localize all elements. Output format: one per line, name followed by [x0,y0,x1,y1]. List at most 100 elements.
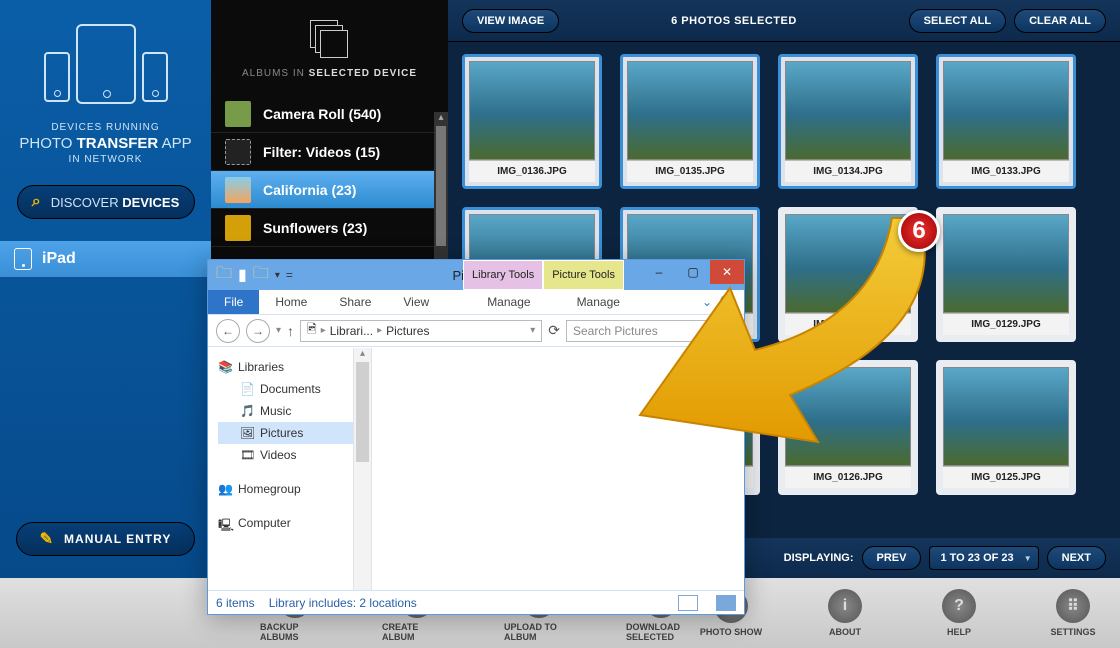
explorer-tree: 📚Libraries 📄Documents 🎵Music 🖼Pictures 🎞… [208,348,354,590]
chevron-down-icon[interactable]: ▾ [276,325,281,336]
tb-label: CREATE ALBUM [382,622,452,642]
picture-tools-tab[interactable]: Picture Tools [543,260,624,290]
library-tools-tab[interactable]: Library Tools [463,260,543,290]
status-library-info: Library includes: 2 locations [269,596,417,610]
explorer-titlebar[interactable]: 🗀 ▮ 🗀 ▾ = Pictures Library Tools Picture… [208,260,744,290]
tablet-icon [14,248,32,270]
close-button[interactable]: ✕ [710,260,744,284]
manage-tab-2[interactable]: Manage [561,295,636,309]
tb-label: HELP [947,627,971,637]
photo-caption: IMG_0126.JPG [785,466,911,488]
album-row-camera-roll[interactable]: Camera Roll (540) [211,95,448,133]
help-icon[interactable]: ? [720,294,736,310]
grid-icon: ⠿ [1056,589,1090,623]
tb-label: PHOTO SHOW [700,627,762,637]
photo-caption: IMG_0129.JPG [943,313,1069,335]
maximize-button[interactable]: ▢ [676,260,710,284]
photo-card[interactable]: IMG_0135.JPG [620,54,760,189]
view-image-button[interactable]: VIEW IMAGE [462,9,559,33]
tree-computer[interactable]: 🖳Computer [218,512,353,534]
app-strong: TRANSFER [77,135,159,152]
album-row-sunflowers[interactable]: Sunflowers (23) [211,209,448,247]
file-menu[interactable]: File [208,290,259,314]
share-tab[interactable]: Share [323,295,387,309]
tree-pictures[interactable]: 🖼Pictures [218,422,353,444]
photo-thumbnail [785,61,911,160]
album-row-filter-videos[interactable]: Filter: Videos (15) [211,133,448,171]
info-icon: i [828,589,862,623]
discover-devices-button[interactable]: ⌕ DISCOVER DEVICES [17,185,195,219]
photo-card[interactable]: IMG_0129.JPG [936,207,1076,342]
manual-entry-button[interactable]: ✎ MANUAL ENTRY [16,522,195,556]
home-tab[interactable]: Home [259,295,323,309]
left-subtitle2: IN NETWORK [0,154,211,165]
explorer-content[interactable] [372,348,744,590]
help-button[interactable]: ? HELP [924,589,994,637]
tree-libraries[interactable]: 📚Libraries [218,356,353,378]
minimize-button[interactable]: – [642,260,676,284]
tree-scrollbar[interactable] [354,348,372,590]
manage-tab[interactable]: Manage [471,295,546,309]
explorer-window: 🗀 ▮ 🗀 ▾ = Pictures Library Tools Picture… [207,259,745,615]
albums-title: ALBUMS IN SELECTED DEVICE [211,68,448,79]
photo-thumbnail [943,61,1069,160]
folder-icon: 🖻 [307,320,317,341]
photo-card[interactable]: IMG_0125.JPG [936,360,1076,495]
photo-thumbnail [785,367,911,466]
tb-label: ABOUT [829,627,861,637]
address-bar[interactable]: 🖻 ▸ Librari... ▸ Pictures ▾ [300,320,542,342]
refresh-button[interactable]: ⟳ [548,322,560,339]
search-icon: ⌕ [722,323,729,338]
about-button[interactable]: i ABOUT [810,589,880,637]
settings-button[interactable]: ⠿SETTINGS [1038,589,1108,637]
photo-thumbnail [469,61,595,160]
photo-caption: IMG_0130.JPG [785,313,911,335]
explorer-ribbon: File Home Share View Manage Manage ⌄? ← … [208,290,744,347]
photo-thumbnail [627,61,753,160]
next-button[interactable]: NEXT [1047,546,1106,570]
nav-forward-button[interactable]: → [246,319,270,343]
prev-button[interactable]: PREV [862,546,922,570]
album-label: Camera Roll (540) [263,106,381,122]
page-range-combo[interactable]: 1 TO 23 OF 23 [929,546,1038,570]
tree-documents[interactable]: 📄Documents [218,378,353,400]
chevron-down-icon[interactable]: ⌄ [702,295,712,309]
album-label: California (23) [263,182,356,198]
left-subtitle1: DEVICES RUNNING [0,122,211,133]
device-row-ipad[interactable]: iPad [0,241,211,277]
album-row-california[interactable]: California (23) [211,171,448,209]
discover-prefix: DISCOVER [51,195,119,210]
app-name: PHOTO TRANSFER APP [0,135,211,152]
tb-label: UPLOAD TO ALBUM [504,622,574,642]
homegroup-icon: 👥 [218,482,232,496]
select-all-button[interactable]: SELECT ALL [909,9,1006,33]
tree-videos[interactable]: 🎞Videos [218,444,353,466]
pictures-icon: 🖼 [240,426,254,440]
photo-card[interactable]: IMG_0136.JPG [462,54,602,189]
folder-icon: 🗀 [253,262,269,289]
tb-label: BACKUP ALBUMS [260,622,330,642]
path-leaf: Pictures [386,324,429,338]
search-input[interactable]: Search Pictures⌕ [566,320,736,342]
photo-caption: IMG_0136.JPG [469,160,595,182]
view-tab[interactable]: View [387,295,445,309]
view-icons-button[interactable] [716,595,736,611]
question-icon: ? [942,589,976,623]
view-details-button[interactable] [678,595,698,611]
left-panel: DEVICES RUNNING PHOTO TRANSFER APP IN NE… [0,0,211,578]
album-label: Sunflowers (23) [263,220,367,236]
photo-card[interactable]: IMG_0126.JPG [778,360,918,495]
status-item-count: 6 items [216,596,255,610]
photo-card[interactable]: IMG_0133.JPG [936,54,1076,189]
tree-homegroup[interactable]: 👥Homegroup [218,478,353,500]
photo-thumbnail [943,367,1069,466]
step-badge: 6 [898,210,940,252]
nav-up-button[interactable]: ↑ [287,323,294,339]
computer-icon: 🖳 [218,516,232,530]
nav-back-button[interactable]: ← [216,319,240,343]
discover-suffix: DEVICES [119,195,180,210]
photo-card[interactable]: IMG_0130.JPG [778,207,918,342]
tree-music[interactable]: 🎵Music [218,400,353,422]
clear-all-button[interactable]: CLEAR ALL [1014,9,1106,33]
photo-card[interactable]: IMG_0134.JPG [778,54,918,189]
